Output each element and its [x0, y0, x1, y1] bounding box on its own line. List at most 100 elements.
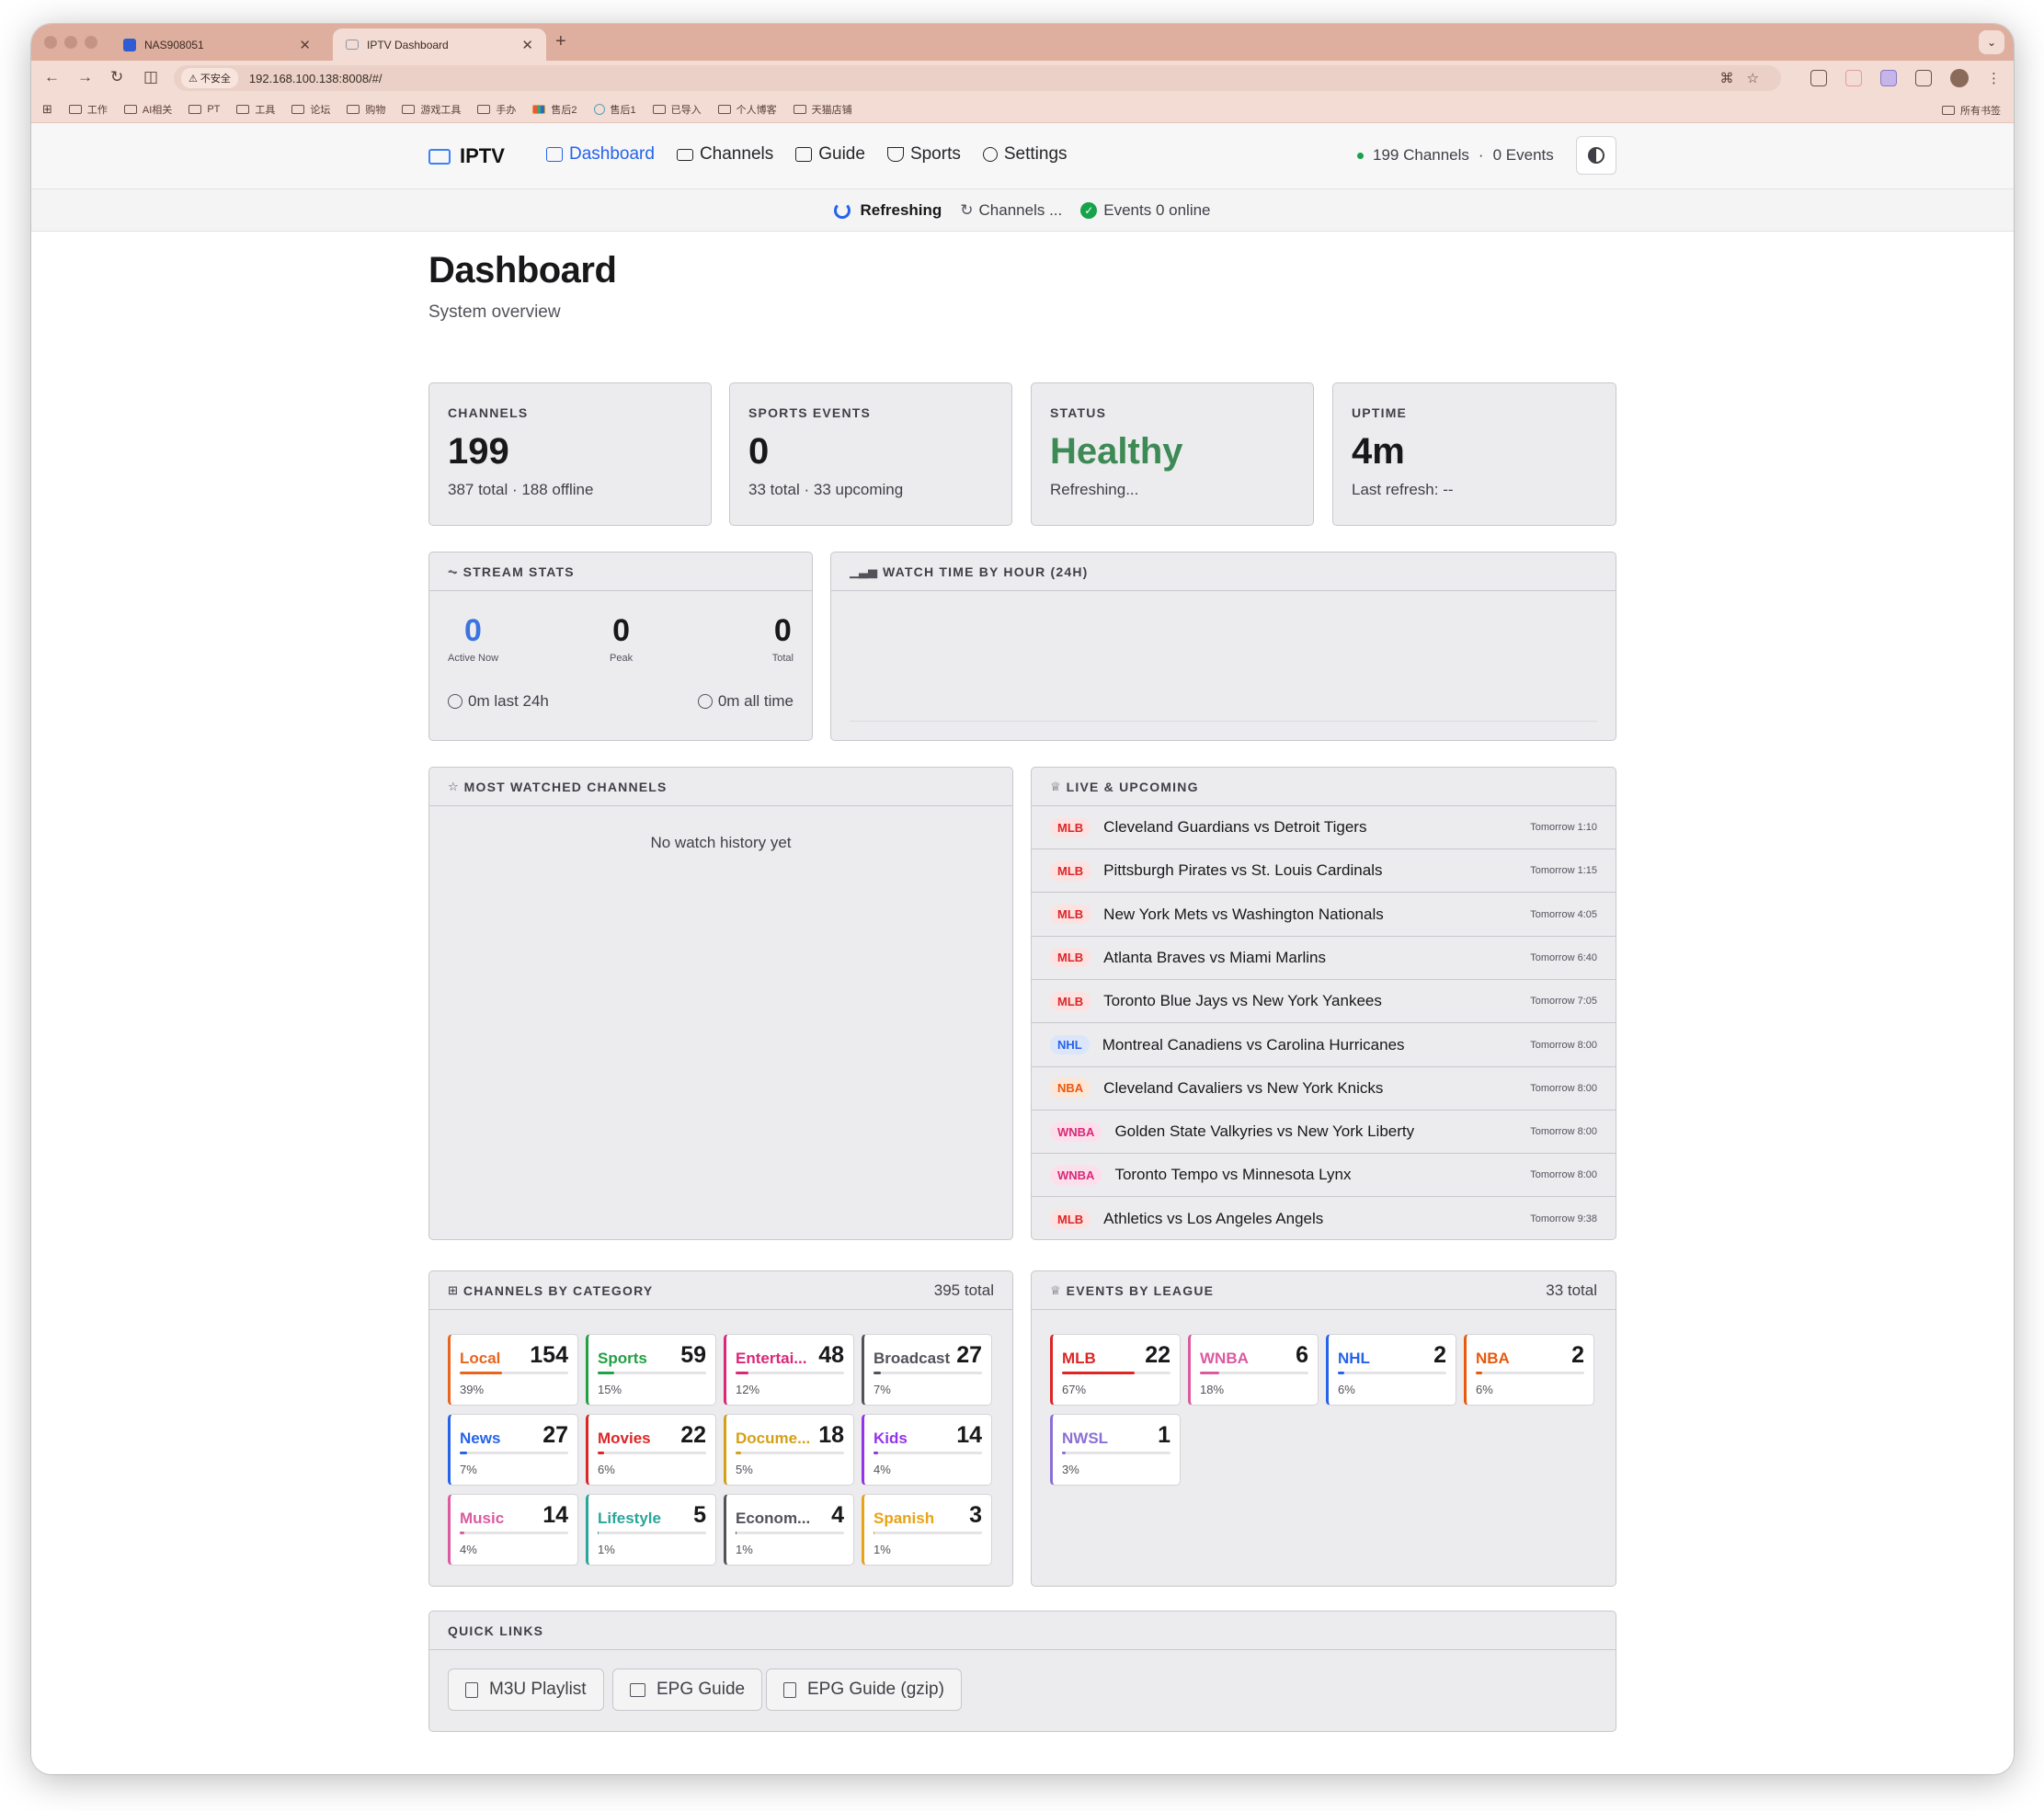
event-row[interactable]: NHL Montreal Canadiens vs Carolina Hurric…: [1032, 1024, 1616, 1067]
event-row[interactable]: MLB Pittsburgh Pirates vs St. Louis Cardi…: [1032, 849, 1616, 894]
category-tile[interactable]: Entertai... 48 12%: [724, 1334, 854, 1406]
bookmark-folder[interactable]: 天猫店铺: [793, 102, 852, 117]
tile-count: 22: [1145, 1342, 1170, 1368]
league-tile[interactable]: WNBA 6 18%: [1188, 1334, 1319, 1406]
nav-settings[interactable]: Settings: [982, 144, 1068, 165]
category-tile[interactable]: Movies 22 6%: [586, 1414, 716, 1486]
league-tile[interactable]: NBA 2 6%: [1464, 1334, 1594, 1406]
brand-logo[interactable]: IPTV: [428, 144, 505, 168]
translate-and-bookmark-star-icon[interactable]: ⌘☆: [1720, 70, 1772, 86]
tab-search-chevron-icon[interactable]: ⌄: [1979, 30, 2004, 54]
category-tile[interactable]: Spanish 3 1%: [862, 1494, 992, 1566]
maximize-window-button[interactable]: [85, 36, 97, 49]
bookmark-folder[interactable]: PT: [188, 104, 220, 115]
category-tile[interactable]: Docume... 18 5%: [724, 1414, 854, 1486]
tile-name: News: [460, 1429, 501, 1447]
tile-percent: 1%: [598, 1543, 615, 1556]
nav-dashboard[interactable]: Dashboard: [546, 144, 655, 165]
close-window-button[interactable]: [44, 36, 57, 49]
activity-pulse-icon: ⏦: [448, 564, 458, 578]
event-row[interactable]: NBA Cleveland Cavaliers vs New York Knick…: [1032, 1067, 1616, 1111]
league-tile[interactable]: NHL 2 6%: [1326, 1334, 1456, 1406]
event-row[interactable]: WNBA Toronto Tempo vs Minnesota Lynx Tomor…: [1032, 1154, 1616, 1198]
duration-text: 0m all time: [717, 692, 794, 710]
bookmark-link[interactable]: 售后2: [532, 102, 577, 117]
minimize-window-button[interactable]: [64, 36, 77, 49]
category-tile[interactable]: Sports 59 15%: [586, 1334, 716, 1406]
event-title: Toronto Tempo vs Minnesota Lynx: [1114, 1166, 1352, 1184]
bookmark-folder[interactable]: AI相关: [123, 102, 172, 117]
browser-tab-nas[interactable]: NAS908051 ✕: [110, 28, 324, 61]
event-row[interactable]: MLB Athletics vs Los Angeles Angels Tomorr…: [1032, 1198, 1616, 1241]
category-tile[interactable]: News 27 7%: [448, 1414, 578, 1486]
nav-channels[interactable]: Channels: [676, 144, 773, 165]
bookmark-link[interactable]: 售后1: [593, 102, 636, 117]
category-tile[interactable]: Broadcast 27 7%: [862, 1334, 992, 1406]
browser-tab-iptv[interactable]: IPTV Dashboard ✕: [333, 28, 546, 61]
theme-toggle-button[interactable]: [1576, 136, 1616, 175]
category-tile[interactable]: Local 154 39%: [448, 1334, 578, 1406]
league-tile[interactable]: MLB 22 67%: [1050, 1334, 1181, 1406]
nav-guide[interactable]: Guide: [795, 144, 865, 165]
folder-icon: [291, 104, 305, 114]
clock-icon: [448, 694, 462, 709]
puzzle-extensions-icon[interactable]: [1915, 70, 1932, 86]
event-time: Tomorrow 1:10: [1530, 822, 1597, 833]
status-text: Refreshing: [860, 200, 942, 219]
nav-sports[interactable]: Sports: [886, 144, 961, 165]
profile-avatar[interactable]: [1950, 69, 1969, 87]
side-panel-icon[interactable]: ◫: [143, 68, 158, 86]
category-tile[interactable]: Lifestyle 5 1%: [586, 1494, 716, 1566]
forward-arrow-icon[interactable]: →: [77, 68, 93, 86]
stream-stats-panel: ⏦ STREAM STATS 0 Active Now 0 Peak 0 Tota…: [428, 552, 813, 741]
epg-guide-gzip-button[interactable]: EPG Guide (gzip): [766, 1669, 962, 1711]
category-tile[interactable]: Kids 14 4%: [862, 1414, 992, 1486]
tile-share-bar: [736, 1452, 844, 1454]
bookmark-folder[interactable]: 已导入: [652, 102, 702, 117]
address-bar[interactable]: ⚠ 不安全 192.168.100.138:8008/#/ ⌘☆: [174, 65, 1781, 91]
not-secure-badge[interactable]: ⚠ 不安全: [181, 68, 238, 88]
tile-percent: 6%: [1338, 1383, 1355, 1396]
contrast-icon: [1588, 147, 1604, 164]
channels-status: ↻ Channels ...: [960, 201, 1062, 220]
category-tile[interactable]: Music 14 4%: [448, 1494, 578, 1566]
category-tile[interactable]: Econom... 4 1%: [724, 1494, 854, 1566]
bookmark-folder[interactable]: 游戏工具: [402, 102, 461, 117]
tile-share-fill: [1200, 1372, 1220, 1374]
league-tile[interactable]: NWSL 1 3%: [1050, 1414, 1181, 1486]
event-row[interactable]: MLB Atlanta Braves vs Miami Marlins Tomorr…: [1032, 937, 1616, 980]
extension-icon[interactable]: [1810, 70, 1827, 86]
tile-share-bar: [460, 1372, 568, 1374]
back-arrow-icon[interactable]: ←: [44, 68, 60, 86]
bookmark-folder[interactable]: 购物: [347, 102, 385, 117]
close-tab-icon[interactable]: ✕: [521, 37, 533, 53]
bookmark-folder[interactable]: 个人博客: [717, 102, 777, 117]
bookmark-folder[interactable]: 工具: [236, 102, 275, 117]
close-tab-icon[interactable]: ✕: [299, 37, 311, 53]
event-row[interactable]: WNBA Golden State Valkyries vs New York L…: [1032, 1111, 1616, 1155]
bookmark-folder[interactable]: 工作: [68, 102, 108, 117]
event-row[interactable]: MLB New York Mets vs Washington Nationals…: [1032, 894, 1616, 937]
event-title: Athletics vs Los Angeles Angels: [1103, 1210, 1324, 1228]
event-row[interactable]: MLB Cleveland Guardians vs Detroit Tigers…: [1032, 806, 1616, 849]
folder-icon: [652, 104, 666, 114]
epg-guide-button[interactable]: EPG Guide: [612, 1669, 763, 1711]
bookmark-folder[interactable]: 手办: [477, 102, 516, 117]
event-row[interactable]: MLB Toronto Blue Jays vs New York Yankees…: [1032, 980, 1616, 1024]
new-tab-plus-icon[interactable]: +: [555, 31, 566, 52]
tile-share-fill: [1338, 1372, 1345, 1374]
reload-icon[interactable]: ↻: [110, 68, 123, 86]
bookmark-folder[interactable]: 论坛: [291, 102, 330, 117]
most-watched-panel: ☆ MOST WATCHED CHANNELS No watch history …: [428, 767, 1013, 1240]
url-text[interactable]: 192.168.100.138:8008/#/: [249, 72, 383, 85]
extension-icon[interactable]: [1845, 70, 1862, 86]
extension-icon[interactable]: [1880, 70, 1897, 86]
folder-icon: [717, 104, 731, 114]
more-menu-icon[interactable]: ⋮: [1987, 70, 2001, 86]
all-bookmarks-folder[interactable]: 所有书签: [1942, 103, 2001, 118]
league-badge: WNBA: [1050, 1165, 1102, 1185]
bookmark-label: 论坛: [310, 104, 331, 116]
m3u-playlist-button[interactable]: M3U Playlist: [448, 1669, 604, 1711]
apps-grid-icon[interactable]: ⊞: [42, 102, 52, 117]
event-time: Tomorrow 8:00: [1530, 1082, 1597, 1094]
